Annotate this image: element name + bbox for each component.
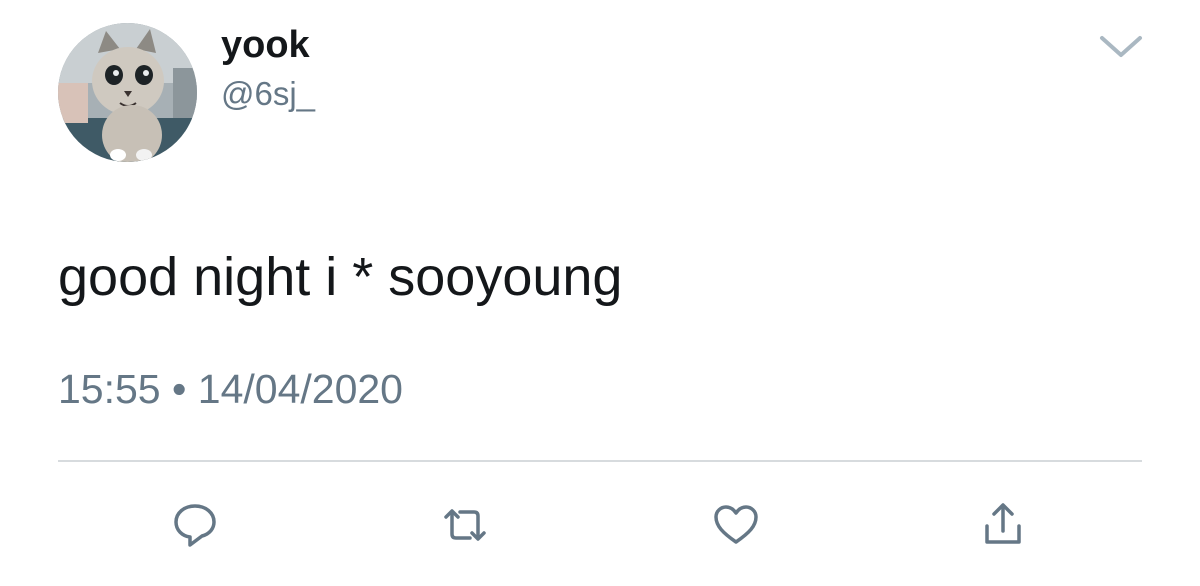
- share-icon: [985, 503, 1021, 544]
- tweet-timestamp[interactable]: 15:55 • 14/04/2020: [58, 364, 403, 414]
- like-button[interactable]: [711, 500, 761, 550]
- author-display-name[interactable]: yook: [221, 22, 310, 68]
- chevron-down-icon: [1100, 36, 1142, 57]
- tweet-time: 15:55: [58, 366, 161, 412]
- avatar[interactable]: [58, 23, 197, 162]
- retweet-button[interactable]: [440, 500, 490, 550]
- share-button[interactable]: [978, 500, 1028, 550]
- tweet-menu-button[interactable]: [1098, 30, 1144, 62]
- speech-bubble-icon: [174, 504, 216, 547]
- cat-avatar-icon: [58, 23, 197, 162]
- divider: [58, 460, 1142, 462]
- reply-button[interactable]: [170, 500, 220, 550]
- heart-icon: [714, 505, 758, 544]
- timestamp-separator: •: [172, 366, 187, 412]
- author-handle[interactable]: @6sj_: [221, 74, 315, 114]
- tweet-date: 14/04/2020: [197, 366, 403, 412]
- retweet-icon: [444, 509, 486, 541]
- tweet-text: good night i * sooyoung: [58, 247, 623, 307]
